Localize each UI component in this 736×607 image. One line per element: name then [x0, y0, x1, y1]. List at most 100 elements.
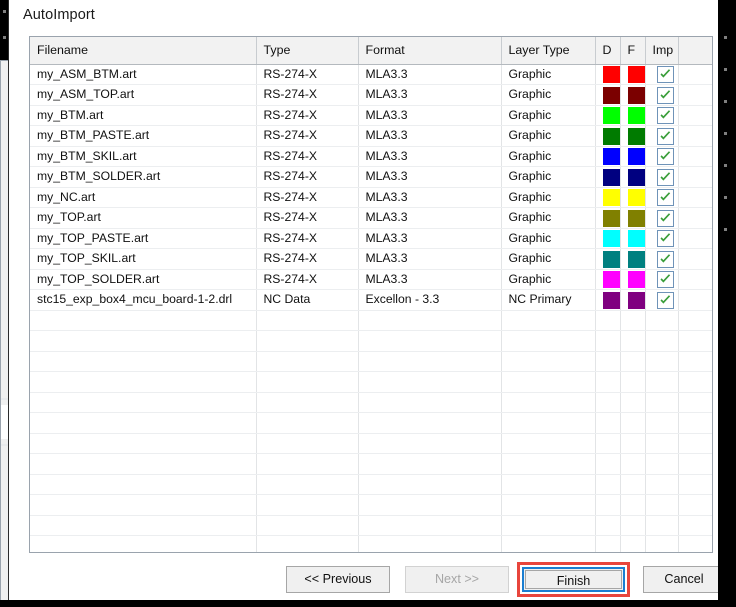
finish-button[interactable]: Finish [525, 570, 622, 589]
cell-f-color-swatch[interactable] [620, 248, 646, 270]
column-header-layer-type[interactable]: Layer Type [501, 37, 596, 65]
autoimport-dialog: AutoImport Filename Type Format Layer Ty… [8, 0, 718, 600]
import-checkbox[interactable] [656, 271, 674, 289]
cell-d-color-swatch[interactable] [595, 146, 621, 167]
cell-d-color-swatch[interactable] [595, 105, 621, 126]
cancel-button[interactable]: Cancel [643, 566, 718, 593]
column-header-format[interactable]: Format [358, 37, 502, 65]
cell-d-color-swatch[interactable] [595, 64, 621, 85]
cell-d-color-swatch[interactable] [595, 269, 621, 290]
cell-layer-type: Graphic [501, 166, 596, 188]
cell-empty [620, 392, 646, 413]
table-row[interactable]: my_TOP_SOLDER.art RS-274-X MLA3.3 Graphic [30, 269, 712, 290]
cell-d-color-swatch[interactable] [595, 207, 621, 229]
cell-f-color-swatch[interactable] [620, 64, 646, 85]
import-checkbox[interactable] [656, 291, 674, 309]
cell-d-color-swatch[interactable] [595, 166, 621, 188]
cell-f-color-swatch[interactable] [620, 166, 646, 188]
cell-f-color-swatch[interactable] [620, 187, 646, 208]
cell-d-color-swatch[interactable] [595, 125, 621, 147]
column-header-f[interactable]: F [620, 37, 646, 65]
import-checkbox[interactable] [656, 148, 674, 166]
cell-import-checkbox[interactable] [645, 228, 679, 249]
cell-spacer [678, 187, 712, 208]
table-row-empty[interactable] [30, 474, 712, 495]
table-row[interactable]: my_BTM_PASTE.art RS-274-X MLA3.3 Graphic [30, 125, 712, 147]
table-row-empty[interactable] [30, 351, 712, 372]
cell-d-color-swatch[interactable] [595, 228, 621, 249]
table-row-empty[interactable] [30, 371, 712, 393]
cell-import-checkbox[interactable] [645, 146, 679, 167]
cell-f-color-swatch[interactable] [620, 125, 646, 147]
cell-f-color-swatch[interactable] [620, 289, 646, 311]
import-checkbox[interactable] [656, 86, 674, 104]
cell-import-checkbox[interactable] [645, 187, 679, 208]
cell-empty [595, 330, 621, 352]
cell-d-color-swatch[interactable] [595, 84, 621, 106]
import-checkbox[interactable] [656, 127, 674, 145]
cell-import-checkbox[interactable] [645, 125, 679, 147]
cell-f-color-swatch[interactable] [620, 146, 646, 167]
cell-d-color-swatch[interactable] [595, 187, 621, 208]
table-row[interactable]: my_BTM_SKIL.art RS-274-X MLA3.3 Graphic [30, 146, 712, 167]
import-checkbox[interactable] [656, 189, 674, 207]
table-row-empty[interactable] [30, 392, 712, 413]
cell-empty [620, 310, 646, 331]
table-row-empty[interactable] [30, 310, 712, 331]
table-row[interactable]: my_TOP_SKIL.art RS-274-X MLA3.3 Graphic [30, 248, 712, 270]
table-row-empty[interactable] [30, 515, 712, 536]
cell-filename: stc15_exp_box4_mcu_board-1-2.drl [30, 289, 257, 311]
table-row[interactable]: my_BTM_SOLDER.art RS-274-X MLA3.3 Graphic [30, 166, 712, 188]
import-checkbox[interactable] [656, 209, 674, 227]
table-row-empty[interactable] [30, 412, 712, 434]
cell-empty [645, 371, 679, 393]
column-header-d[interactable]: D [595, 37, 621, 65]
cell-import-checkbox[interactable] [645, 207, 679, 229]
previous-button[interactable]: << Previous [286, 566, 390, 593]
cell-empty [620, 474, 646, 495]
import-checkbox[interactable] [656, 250, 674, 268]
cell-import-checkbox[interactable] [645, 289, 679, 311]
table-row-empty[interactable] [30, 453, 712, 475]
table-row[interactable]: my_ASM_TOP.art RS-274-X MLA3.3 Graphic [30, 84, 712, 106]
cell-layer-type: Graphic [501, 64, 596, 85]
column-header-imp[interactable]: Imp [645, 37, 679, 65]
cell-type: NC Data [256, 289, 359, 311]
cell-import-checkbox[interactable] [645, 84, 679, 106]
import-checkbox[interactable] [656, 230, 674, 248]
cell-empty [501, 330, 596, 352]
cell-import-checkbox[interactable] [645, 248, 679, 270]
cell-import-checkbox[interactable] [645, 166, 679, 188]
table-row[interactable]: my_BTM.art RS-274-X MLA3.3 Graphic [30, 105, 712, 126]
column-header-filename[interactable]: Filename [30, 37, 257, 65]
file-list-grid[interactable]: Filename Type Format Layer Type D F Imp … [29, 36, 713, 553]
table-row[interactable]: my_TOP.art RS-274-X MLA3.3 Graphic [30, 207, 712, 229]
cell-type: RS-274-X [256, 84, 359, 106]
table-row[interactable]: my_ASM_BTM.art RS-274-X MLA3.3 Graphic [30, 64, 712, 85]
column-header-type[interactable]: Type [256, 37, 359, 65]
cell-f-color-swatch[interactable] [620, 105, 646, 126]
import-checkbox[interactable] [656, 66, 674, 84]
cell-import-checkbox[interactable] [645, 64, 679, 85]
table-row[interactable]: my_NC.art RS-274-X MLA3.3 Graphic [30, 187, 712, 208]
table-row-empty[interactable] [30, 330, 712, 352]
color-swatch [627, 148, 644, 166]
cell-d-color-swatch[interactable] [595, 248, 621, 270]
cell-f-color-swatch[interactable] [620, 228, 646, 249]
import-checkbox[interactable] [656, 107, 674, 125]
table-row[interactable]: stc15_exp_box4_mcu_board-1-2.drl NC Data E… [30, 289, 712, 311]
table-row-empty[interactable] [30, 494, 712, 516]
cell-f-color-swatch[interactable] [620, 207, 646, 229]
cell-f-color-swatch[interactable] [620, 84, 646, 106]
cell-empty [620, 515, 646, 536]
cell-d-color-swatch[interactable] [595, 289, 621, 311]
cell-f-color-swatch[interactable] [620, 269, 646, 290]
import-checkbox[interactable] [656, 168, 674, 186]
table-row-empty[interactable] [30, 433, 712, 454]
cell-import-checkbox[interactable] [645, 269, 679, 290]
cell-empty [256, 474, 359, 495]
cell-empty [358, 535, 502, 552]
table-row-empty[interactable] [30, 535, 712, 552]
cell-import-checkbox[interactable] [645, 105, 679, 126]
table-row[interactable]: my_TOP_PASTE.art RS-274-X MLA3.3 Graphic [30, 228, 712, 249]
